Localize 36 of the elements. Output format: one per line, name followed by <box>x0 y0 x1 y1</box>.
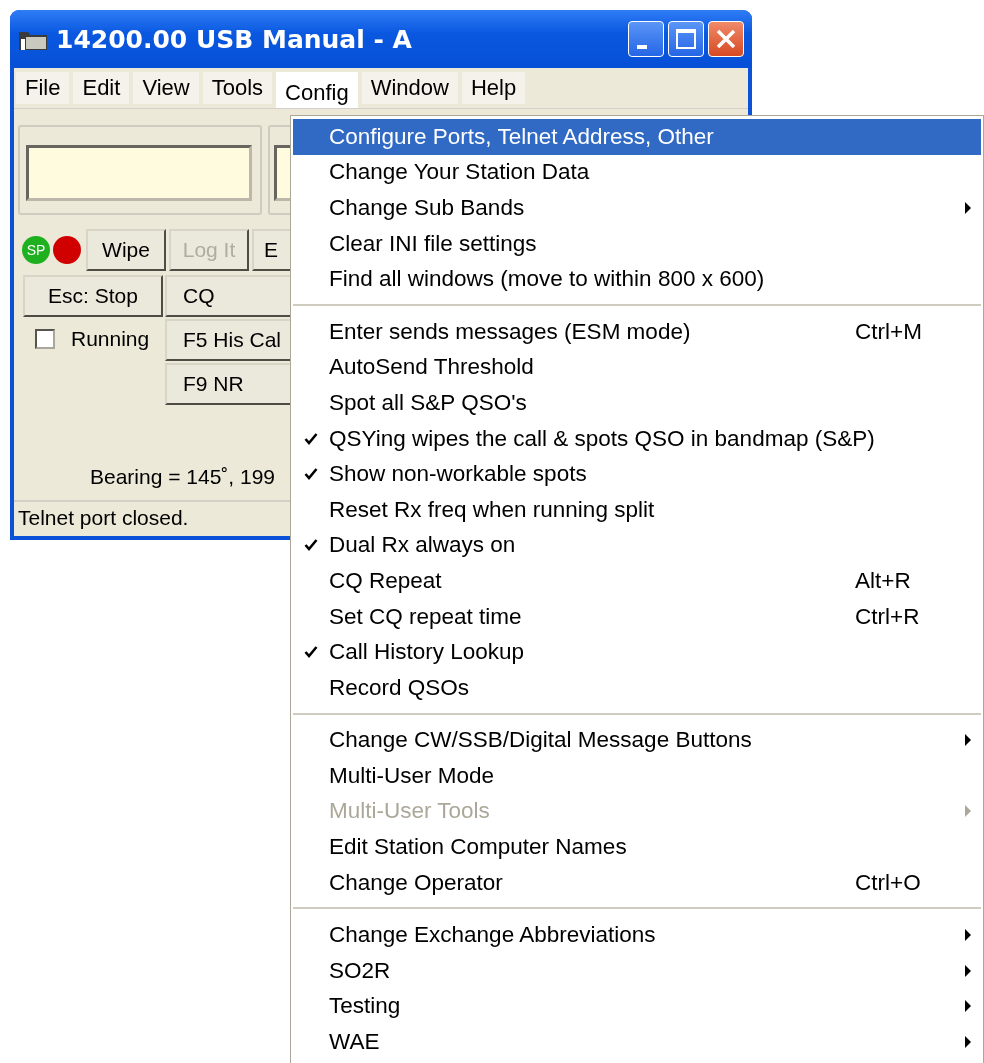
menu-bar-item[interactable]: File <box>16 72 70 104</box>
menu-item[interactable]: Set CQ repeat time Ctrl+R <box>293 598 981 635</box>
running-label: Running <box>71 327 150 351</box>
menu-item[interactable]: Change Sub Bands <box>293 190 981 226</box>
menu-item[interactable]: Change Your Station Data <box>293 154 981 191</box>
menu-bar-item[interactable]: Window <box>361 72 458 104</box>
menu-item[interactable]: WAE <box>293 1024 981 1060</box>
bearing-text: Bearing = 145˚, 199 <box>90 465 276 489</box>
menu-item[interactable]: QSYing wipes the call & spots QSO in bandmap (S&P) <box>293 420 981 457</box>
menu-item[interactable]: Change CW/SSB/Digital Message Buttons <box>293 722 981 759</box>
menu-item[interactable]: Multi-User Mode <box>293 758 981 794</box>
menu-bar-item[interactable]: View <box>133 72 199 104</box>
menu-item[interactable]: Change Exchange Abbreviations <box>293 917 981 954</box>
running-checkbox[interactable] <box>35 329 55 349</box>
menu-item[interactable]: Record QSOs <box>293 669 981 706</box>
menu-item[interactable]: Testing <box>293 988 981 1025</box>
menu-item[interactable]: CQ Repeat Alt+R <box>293 563 981 599</box>
minimize-icon <box>637 45 647 49</box>
menu-bar-item[interactable]: Config <box>276 72 358 110</box>
status-indicator: SP <box>22 236 50 264</box>
menu-item[interactable]: SO2R <box>293 953 981 989</box>
input-field[interactable] <box>26 145 252 201</box>
function-key-button[interactable]: Esc: Stop <box>23 275 163 317</box>
window-title: 14200.00 USB Manual - A <box>56 24 413 54</box>
menu-item[interactable]: Call History Lookup <box>293 634 981 670</box>
close-button[interactable] <box>708 21 744 57</box>
menu-bar-item[interactable]: Edit <box>73 72 130 104</box>
menu-item[interactable]: Configure Ports, Telnet Address, Other <box>293 119 981 155</box>
menu-bar-item[interactable]: Help <box>461 72 526 104</box>
menu-item[interactable]: Edit Station Computer Names <box>293 829 981 865</box>
minimize-button[interactable] <box>628 21 664 57</box>
maximize-button[interactable] <box>668 21 704 57</box>
menu-item[interactable]: Change Operator Ctrl+O <box>293 864 981 901</box>
menu-item[interactable]: Show non-workable spots <box>293 456 981 492</box>
action-button[interactable]: Wipe <box>86 229 166 271</box>
menu-bar-item[interactable]: Tools <box>202 72 273 104</box>
